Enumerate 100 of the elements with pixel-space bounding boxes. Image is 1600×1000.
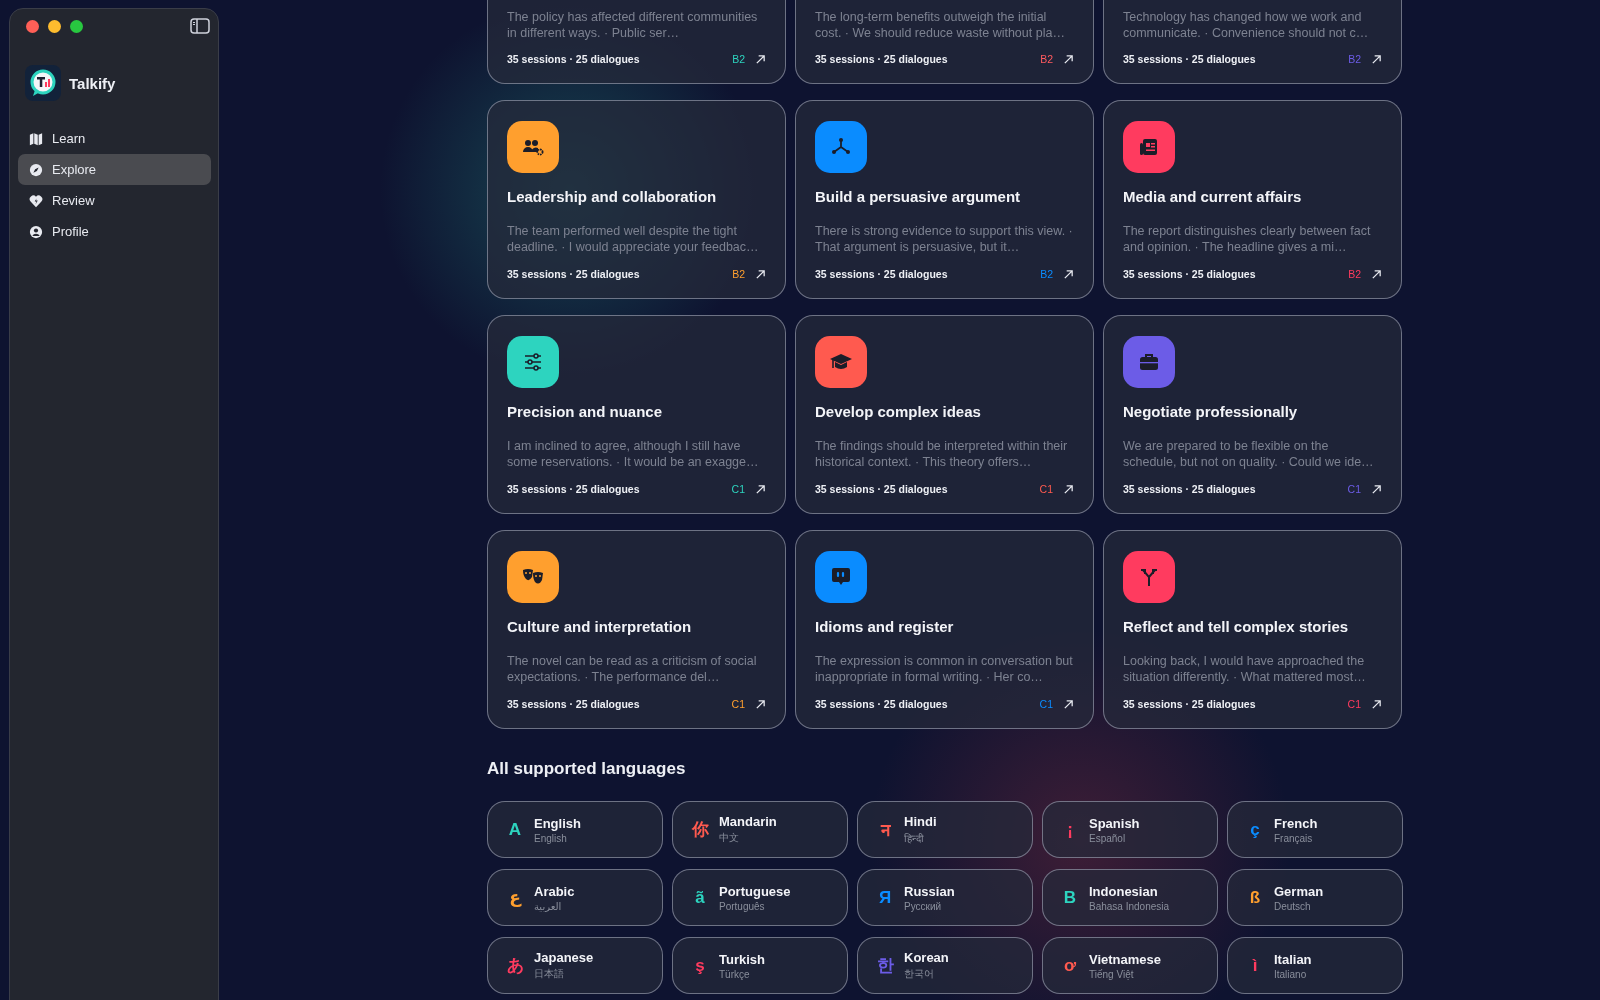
zoom-button[interactable] [70,19,83,33]
level-label: C1 [1039,698,1053,710]
language-name: Indonesian [1089,883,1159,899]
language-glyph: ơ [1062,955,1078,976]
compass-icon [29,162,43,177]
language-chip[interactable]: न Hindi हिन्दी [857,801,1033,858]
open-arrow-icon[interactable] [755,268,766,280]
language-glyph: ì [1251,955,1259,976]
course-card[interactable]: Precision and nuance I am inclined to agree, although I still have some reservations. · It would be an exagge… 35 sessions · 25 dialogues C1 [487,315,786,514]
card-title: Precision and nuance [507,402,664,422]
language-glyph: ç [1249,819,1261,840]
open-arrow-icon[interactable] [755,483,766,495]
card-description: The long-term benefits outweigh the initial cost. · We should reduce waste without pla… [815,10,1066,41]
level-label: C1 [1039,483,1053,495]
language-chip[interactable]: ¡ Spanish Español [1042,801,1218,858]
language-name: English [534,815,581,831]
language-chip[interactable]: ş Turkish Türkçe [672,937,848,994]
open-arrow-icon[interactable] [1371,268,1382,280]
close-button[interactable] [26,19,39,33]
card-description: The report distinguishes clearly between fact and opinion. · The headline gives a mi… [1123,224,1372,255]
course-card[interactable]: Idioms and register The expression is common in conversation but inappropriate in formal writing. · Her co… 35 sessions · 25 dialogues C1 [795,530,1094,729]
session-count: 35 sessions · 25 dialogues [815,483,949,495]
nav-item[interactable]: Learn [18,123,211,154]
open-arrow-icon[interactable] [1063,698,1074,710]
card-description: I am inclined to agree, although I still have some reservations. · It would be an exagge… [507,439,760,470]
course-card[interactable]: Leadership and collaboration The team performed well despite the tight deadline. · I would appreciate your feedbac… 35 sessions · 25 dialogues B2 [487,100,786,299]
app-name: Talkify [69,74,116,92]
session-count: 35 sessions · 25 dialogues [1123,53,1257,65]
open-arrow-icon[interactable] [1063,53,1074,65]
language-chip[interactable]: ì Italian Italiano [1227,937,1403,994]
nav-item[interactable]: Explore [18,154,211,185]
open-arrow-icon[interactable] [1063,268,1074,280]
language-glyph: ß [1248,887,1262,908]
language-chip[interactable]: ç French Français [1227,801,1403,858]
open-arrow-icon[interactable] [1371,483,1382,495]
language-native-name: Deutsch [1274,900,1312,912]
language-native-name: 日本語 [534,967,565,981]
course-card[interactable]: Media and current affairs The report distinguishes clearly between fact and opinion. · The headline gives a mi… 35 sessions · 25 dialogues B2 [1103,100,1402,299]
language-name: Portuguese [719,883,791,899]
language-glyph: ¡ [1066,819,1074,840]
course-card[interactable]: Build a persuasive argument There is strong evidence to support this view. · That argument is persuasive, but it… 35 sessions · 25 dialogues B2 [795,100,1094,299]
language-name: Turkish [719,951,765,967]
language-name: Hindi [904,814,937,829]
session-count: 35 sessions · 25 dialogues [1123,483,1257,495]
language-glyph: ع [508,887,523,908]
card-title: Leadership and collaboration [507,187,718,207]
course-card[interactable]: Negotiate professionally We are prepared to be flexible on the schedule, but not on quality. · Could we ide… 35 sessions · 25 dialogues C1 [1103,315,1402,514]
card-description: There is strong evidence to support this view. · That argument is persuasive, but it… [815,224,1074,255]
sidebar-toggle-icon[interactable] [190,18,210,34]
nav-item[interactable]: Profile [18,216,211,247]
language-name: Japanese [534,950,594,965]
language-native-name: Bahasa Indonesia [1089,900,1170,912]
card-title: Idioms and register [815,617,955,637]
language-glyph: 한 [876,955,894,977]
language-name: Arabic [534,883,575,899]
open-arrow-icon[interactable] [755,53,766,65]
card-title: Negotiate professionally [1123,402,1299,422]
course-card[interactable]: Technology has changed how we work and communicate. · Convenience should not c… 35 sessions · 25 dialogues B2 [1103,0,1402,84]
level-label: C1 [731,698,745,710]
open-arrow-icon[interactable] [1371,698,1382,710]
nav-item[interactable]: Review [18,185,211,216]
card-description: Looking back, I would have approached the situation differently. · What mattered most… [1123,654,1367,685]
language-glyph: ş [694,955,706,976]
section-title: All supported languages [487,759,687,779]
card-description: The expression is common in conversation but inappropriate in formal writing. · Her co… [815,654,1074,685]
minimize-button[interactable] [48,19,61,33]
level-label: B2 [732,268,745,280]
session-count: 35 sessions · 25 dialogues [1123,268,1257,280]
language-native-name: العربية [534,900,563,912]
language-native-name: Italiano [1274,968,1308,980]
course-card[interactable]: The policy has affected different communities in different ways. · Public ser… 35 sessions · 25 dialogues B2 [487,0,786,84]
person-icon [29,224,43,239]
level-label: B2 [1040,53,1053,65]
session-count: 35 sessions · 25 dialogues [1123,698,1257,710]
language-name: Italian [1274,951,1312,967]
level-label: C1 [1347,483,1361,495]
language-glyph: あ [506,955,524,977]
session-count: 35 sessions · 25 dialogues [815,53,949,65]
course-card[interactable]: Culture and interpretation The novel can be read as a criticism of social expectations. · The performance del… 35 sessions · 25 dialogues C1 [487,530,786,729]
language-glyph: न [879,820,892,841]
language-native-name: Türkçe [719,968,751,980]
level-label: C1 [1347,698,1361,710]
language-chip[interactable]: ã Portuguese Português [672,869,848,926]
card-description: We are prepared to be flexible on the schedule, but not on quality. · Could we ide… [1123,439,1375,470]
session-count: 35 sessions · 25 dialogues [507,53,641,65]
open-arrow-icon[interactable] [1371,53,1382,65]
course-card[interactable]: Develop complex ideas The findings should be interpreted within their historical context. · This theory offers… 35 sessions · 25 dialogues C1 [795,315,1094,514]
session-count: 35 sessions · 25 dialogues [507,698,641,710]
open-arrow-icon[interactable] [755,698,766,710]
language-native-name: Tiếng Việt [1089,968,1135,980]
language-native-name: Español [1089,832,1127,844]
card-description: The findings should be interpreted within their historical context. · This theory offers… [815,439,1069,470]
language-native-name: Русский [904,900,943,912]
card-title: Culture and interpretation [507,617,693,637]
session-count: 35 sessions · 25 dialogues [815,268,949,280]
course-card[interactable]: Reflect and tell complex stories Looking back, I would have approached the situation differently. · What mattered most… 35 sessions · 25 dialogues C1 [1103,530,1402,729]
language-chip[interactable]: ß German Deutsch [1227,869,1403,926]
language-name: Vietnamese [1089,951,1162,967]
open-arrow-icon[interactable] [1063,483,1074,495]
course-card[interactable]: The long-term benefits outweigh the initial cost. · We should reduce waste without pla… 35 sessions · 25 dialogues B2 [795,0,1094,84]
